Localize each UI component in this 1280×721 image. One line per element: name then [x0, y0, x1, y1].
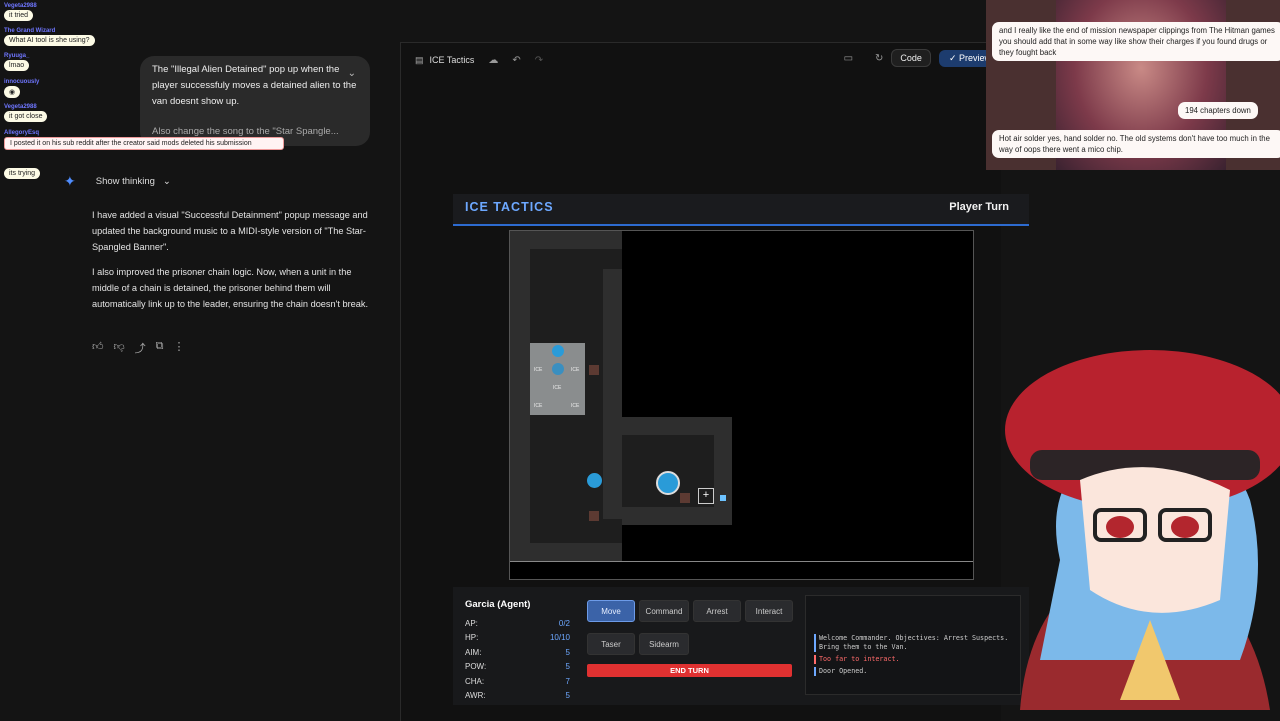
donation-message: and I really like the end of mission new… [992, 22, 1280, 61]
wall [510, 543, 622, 561]
agent-stats: Garcia (Agent) AP: 0/2 HP: 10/10 AIM: 5 POW… [465, 599, 570, 705]
chat-message: Vegeta2988 it tried [4, 3, 37, 21]
arrest-button[interactable]: Arrest [693, 600, 741, 622]
log-entry: Too far to interact. [814, 655, 1014, 664]
chat-message: Ryuuga_ lmao [4, 53, 30, 71]
agent-unit[interactable] [552, 345, 564, 357]
answer-actions: 👍︎ 👎︎ ⤴ ⧉ ⋮ [92, 340, 185, 356]
wall [603, 269, 622, 519]
stat-row: AP: 0/2 [465, 619, 570, 628]
wall [510, 231, 622, 249]
thumbs-down-icon[interactable]: 👎︎ [114, 340, 125, 356]
code-button[interactable]: Code [891, 49, 931, 67]
end-turn-button[interactable]: END TURN [587, 664, 792, 677]
more-options-icon[interactable]: ⋮ [174, 340, 185, 356]
project-title: ▤ ICE Tactics [415, 54, 475, 66]
crate [589, 365, 599, 375]
chat-message: its trying [4, 168, 41, 179]
vtuber-avatar [1005, 350, 1280, 710]
selected-agent-unit[interactable] [656, 471, 680, 495]
cursor-crosshair-icon: + [698, 488, 714, 504]
chat-message: innocuously ◉ [4, 79, 40, 98]
share-icon[interactable]: ⤴ [135, 340, 146, 356]
assistant-answer: I have added a visual "Successful Detain… [92, 207, 377, 321]
objective-marker [720, 495, 726, 501]
board-footer [510, 561, 973, 579]
ice-tile-label: ICE [571, 367, 580, 373]
stat-row: AIM: 5 [465, 647, 570, 657]
control-panel: Garcia (Agent) AP: 0/2 HP: 10/10 AIM: 5 POW… [453, 587, 1029, 705]
ice-tile-label: ICE [553, 385, 562, 391]
undo-icon[interactable]: ↶ [512, 55, 520, 66]
crate [589, 511, 599, 521]
ice-tile-label: ICE [534, 367, 543, 373]
interact-button[interactable]: Interact [745, 600, 793, 622]
turn-indicator: Player Turn [949, 201, 1009, 213]
log-entry: Door Opened. [814, 667, 1014, 676]
game-board[interactable]: ICE ICE ICE ICE ICE + [509, 230, 974, 580]
agent-name: Garcia (Agent) [465, 599, 531, 610]
move-button[interactable]: Move [587, 600, 635, 622]
chat-message: The Grand Wizard What AI tool is she usi… [4, 28, 95, 46]
emote-icon: ◉ [4, 86, 21, 98]
wall [510, 249, 530, 561]
donation-message: Hot air solder yes, hand solder no. The … [992, 130, 1280, 158]
sidearm-button[interactable]: Sidearm [639, 633, 689, 655]
taser-button[interactable]: Taser [587, 633, 635, 655]
stat-row: AWR: 5 [465, 690, 570, 700]
agent-unit[interactable] [587, 473, 602, 488]
log-entry: Welcome Commander. Objectives: Arrest Su… [814, 634, 1014, 652]
chat-message: Vegeta2988 it got close [4, 104, 48, 122]
stat-row: CHA: 7 [465, 676, 570, 686]
crate [680, 493, 690, 503]
chevron-down-icon[interactable]: ⌄ [348, 66, 356, 82]
donation-overlay: and I really like the end of mission new… [986, 0, 1280, 170]
redo-icon[interactable]: ↷ [535, 55, 543, 66]
game-header: ICE TACTICS Player Turn [453, 194, 1029, 226]
thumbs-up-icon[interactable]: 👍︎ [92, 340, 104, 356]
event-log: Welcome Commander. Objectives: Arrest Su… [805, 595, 1021, 695]
toolbar-right: ▭ ↻ Code ✓ Preview [830, 49, 1001, 67]
screen-icon[interactable]: ▭ [844, 53, 853, 64]
ice-tile-label: ICE [571, 403, 580, 409]
stream-chat-overlay: Vegeta2988 it tried The Grand Wizard Wha… [0, 0, 300, 200]
chat-message: AllegoryEsq I posted it on his sub reddi… [4, 130, 284, 150]
wall [622, 507, 732, 525]
agent-unit[interactable] [552, 363, 564, 375]
answer-paragraph: I have added a visual "Successful Detain… [92, 210, 368, 252]
stat-row: POW: 5 [465, 662, 570, 672]
answer-paragraph: I also improved the prisoner chain logic… [92, 267, 369, 309]
copy-icon[interactable]: ⧉ [156, 340, 164, 356]
command-button[interactable]: Command [639, 600, 689, 622]
editor-toolbar: ▤ ICE Tactics ☁ ↶ ↷ ▭ ↻ Code ✓ Preview [401, 43, 1001, 77]
assistant-chat-panel: ⌄ The "Illegal Alien Detained" pop up wh… [0, 0, 400, 720]
project-icon: ▤ [415, 54, 424, 65]
ice-tile-label: ICE [534, 403, 543, 409]
game-title: ICE TACTICS [465, 200, 554, 214]
stat-row: HP: 10/10 [465, 633, 570, 643]
donation-message: 194 chapters down [1178, 102, 1258, 119]
cloud-icon[interactable]: ☁ [488, 55, 498, 66]
refresh-icon[interactable]: ↻ [875, 53, 883, 64]
